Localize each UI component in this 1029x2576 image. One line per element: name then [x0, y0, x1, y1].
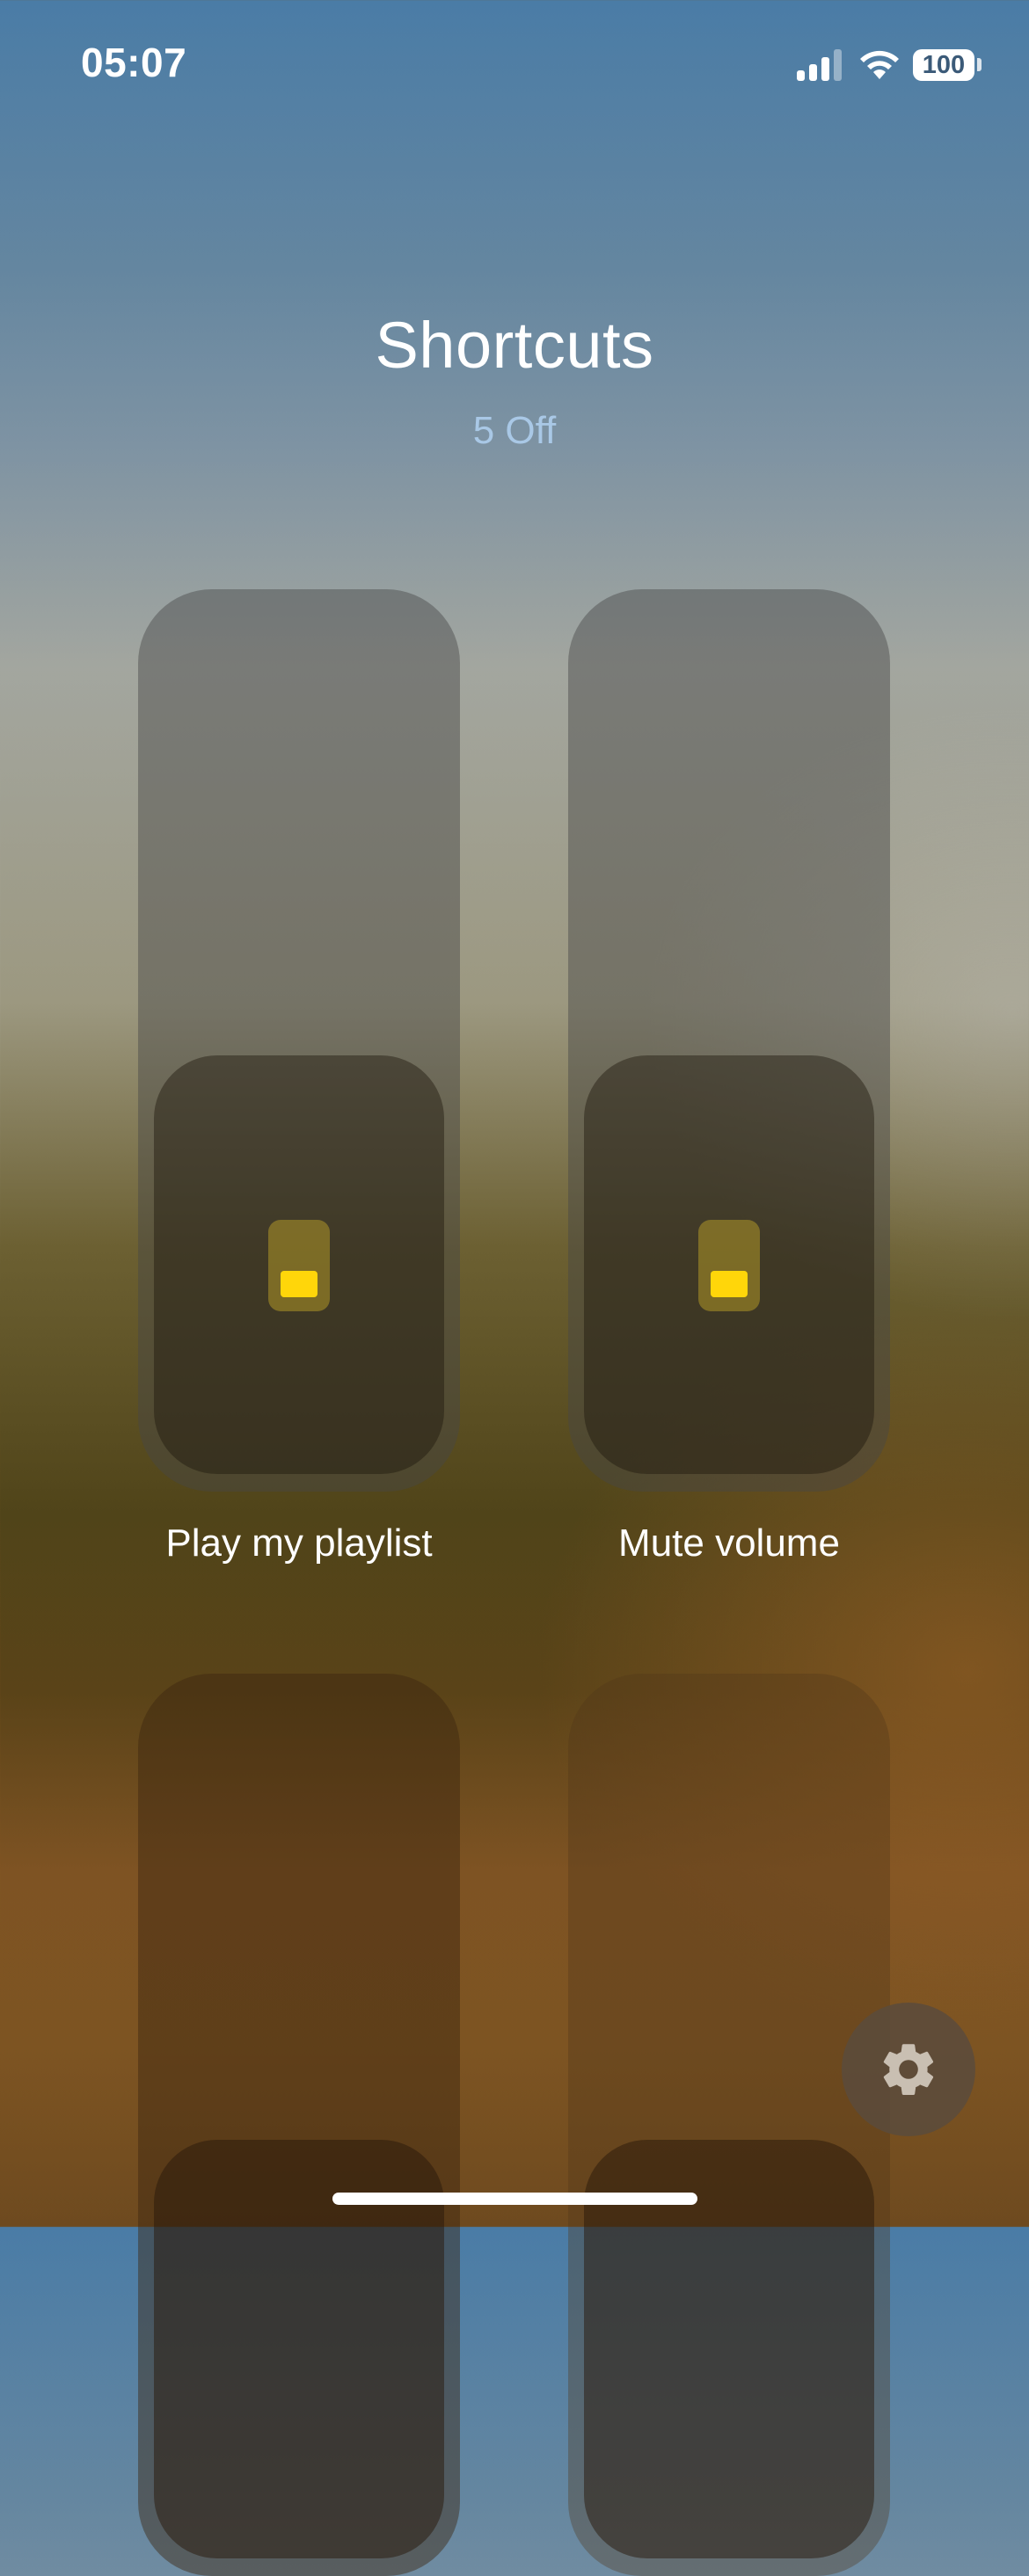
shortcut-tile-play-my-playlist[interactable]: [138, 589, 460, 1492]
status-bar: 05:07 100: [0, 0, 1029, 132]
status-time: 05:07: [81, 40, 187, 85]
toggle-switch-icon: [698, 1220, 760, 1311]
page-subtitle: 5 Off: [472, 409, 557, 452]
shortcut-label: Play my playlist: [165, 1522, 433, 1565]
shortcut-tile[interactable]: [138, 1674, 460, 2576]
shortcut-label: Mute volume: [618, 1522, 840, 1565]
toggle-fill: [711, 1271, 748, 1297]
battery-icon: 100: [913, 49, 974, 81]
cellular-signal-icon: [797, 49, 843, 81]
wifi-icon: [860, 50, 899, 79]
shortcut-tile[interactable]: [568, 1674, 890, 2576]
settings-button[interactable]: [842, 2003, 975, 2136]
gear-icon: [883, 2044, 934, 2096]
toggle-switch-icon: [268, 1220, 330, 1311]
toggle-knob[interactable]: [584, 1055, 874, 1474]
toggle-fill: [281, 1271, 317, 1297]
toggle-knob[interactable]: [154, 1055, 444, 1474]
battery-nub: [977, 58, 982, 71]
shortcut-tile-mute-volume[interactable]: [568, 589, 890, 1492]
page-title: Shortcuts: [375, 309, 654, 382]
home-indicator[interactable]: [332, 2193, 697, 2205]
